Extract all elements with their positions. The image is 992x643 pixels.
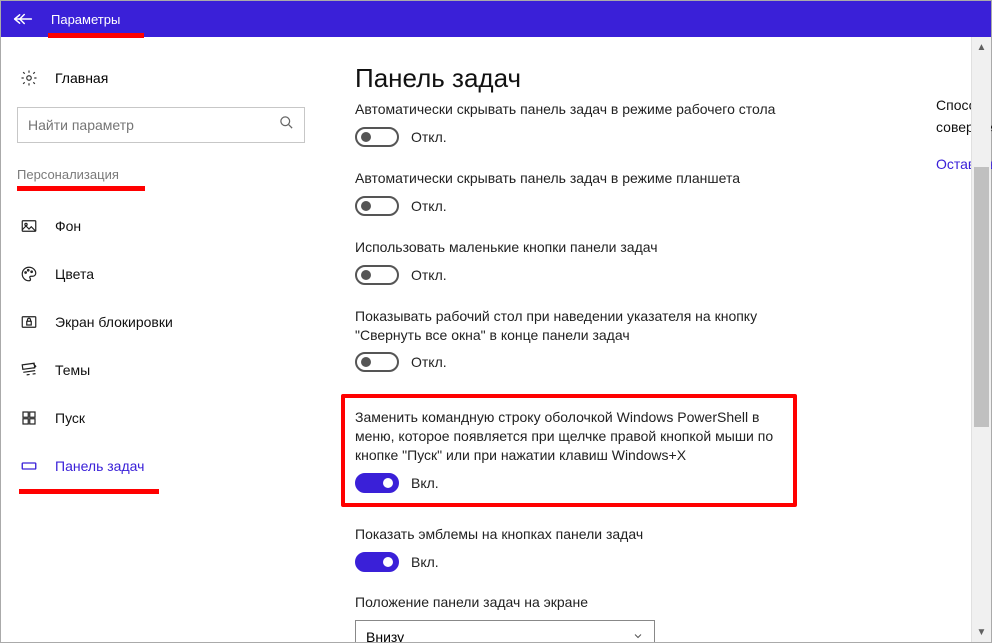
vertical-scrollbar[interactable]: ▲ ▼ <box>971 37 991 642</box>
picture-icon <box>17 217 41 235</box>
taskbar-icon <box>17 457 41 475</box>
search-input-field[interactable] <box>28 117 279 133</box>
back-button[interactable] <box>1 1 45 37</box>
search-icon <box>279 115 294 135</box>
sidebar-item-background[interactable]: Фон <box>17 205 305 247</box>
sidebar: Главная Персонализация Фон Цв <box>1 37 321 642</box>
dropdown-label: Положение панели задач на экране <box>355 594 967 610</box>
setting-description: Заменить командную строку оболочкой Wind… <box>355 408 779 465</box>
toggle-switch[interactable] <box>355 127 399 147</box>
sidebar-item-label: Цвета <box>41 266 94 282</box>
setting-powershell: Заменить командную строку оболочкой Wind… <box>355 408 779 493</box>
gear-icon <box>17 69 41 87</box>
toggle-switch[interactable] <box>355 552 399 572</box>
start-icon <box>17 409 41 427</box>
setting-auto-hide-desktop: Автоматически скрывать панель задач в ре… <box>355 100 795 147</box>
setting-description: Использовать маленькие кнопки панели зад… <box>355 238 795 257</box>
sidebar-section-header: Персонализация <box>17 167 305 182</box>
annotation-active-item-underline <box>19 489 159 494</box>
sidebar-item-label: Темы <box>41 362 90 378</box>
toggle-switch[interactable] <box>355 352 399 372</box>
sidebar-item-themes[interactable]: Темы <box>17 349 305 391</box>
sidebar-item-start[interactable]: Пуск <box>17 397 305 439</box>
dropdown-value: Внизу <box>366 629 404 642</box>
toggle-state-label: Откл. <box>411 354 447 370</box>
scrollbar-track[interactable] <box>972 57 991 622</box>
palette-icon <box>17 265 41 283</box>
search-input[interactable] <box>17 107 305 143</box>
sidebar-item-taskbar[interactable]: Панель задач <box>17 445 305 487</box>
toggle-state-label: Откл. <box>411 129 447 145</box>
setting-description: Показать эмблемы на кнопках панели задач <box>355 525 795 544</box>
toggle-state-label: Вкл. <box>411 554 439 570</box>
toggle-switch[interactable] <box>355 265 399 285</box>
sidebar-home-label: Главная <box>41 70 108 86</box>
setting-small-buttons: Использовать маленькие кнопки панели зад… <box>355 238 795 285</box>
annotation-titlebar-underline <box>48 33 144 38</box>
back-arrow-icon <box>13 12 33 26</box>
setting-description: Показывать рабочий стол при наведении ук… <box>355 307 795 345</box>
setting-auto-hide-tablet: Автоматически скрывать панель задач в ре… <box>355 169 795 216</box>
sidebar-home[interactable]: Главная <box>17 59 305 97</box>
setting-description: Автоматически скрывать панель задач в ре… <box>355 100 795 119</box>
sidebar-item-label: Экран блокировки <box>41 314 173 330</box>
chevron-down-icon <box>632 629 644 642</box>
main-panel: Панель задач Автоматически скрывать пане… <box>321 37 991 642</box>
lockscreen-icon <box>17 313 41 331</box>
toggle-state-label: Откл. <box>411 267 447 283</box>
scrollbar-up-arrow[interactable]: ▲ <box>972 37 991 57</box>
themes-icon <box>17 361 41 379</box>
toggle-switch[interactable] <box>355 473 399 493</box>
sidebar-item-label: Пуск <box>41 410 85 426</box>
annotation-section-underline <box>17 186 145 191</box>
scrollbar-down-arrow[interactable]: ▼ <box>972 622 991 642</box>
page-title: Панель задач <box>355 63 967 94</box>
titlebar: Параметры <box>1 1 991 37</box>
annotation-highlight-box: Заменить командную строку оболочкой Wind… <box>341 394 797 507</box>
taskbar-position-dropdown[interactable]: Внизу <box>355 620 655 642</box>
window-title: Параметры <box>45 12 120 27</box>
setting-description: Автоматически скрывать панель задач в ре… <box>355 169 795 188</box>
sidebar-item-lockscreen[interactable]: Экран блокировки <box>17 301 305 343</box>
sidebar-item-label: Фон <box>41 218 81 234</box>
sidebar-item-label: Панель задач <box>41 458 144 474</box>
setting-show-badges: Показать эмблемы на кнопках панели задач… <box>355 525 795 572</box>
setting-peek-desktop: Показывать рабочий стол при наведении ук… <box>355 307 795 373</box>
toggle-state-label: Вкл. <box>411 475 439 491</box>
scrollbar-thumb[interactable] <box>974 167 989 427</box>
sidebar-item-colors[interactable]: Цвета <box>17 253 305 295</box>
toggle-switch[interactable] <box>355 196 399 216</box>
toggle-state-label: Откл. <box>411 198 447 214</box>
